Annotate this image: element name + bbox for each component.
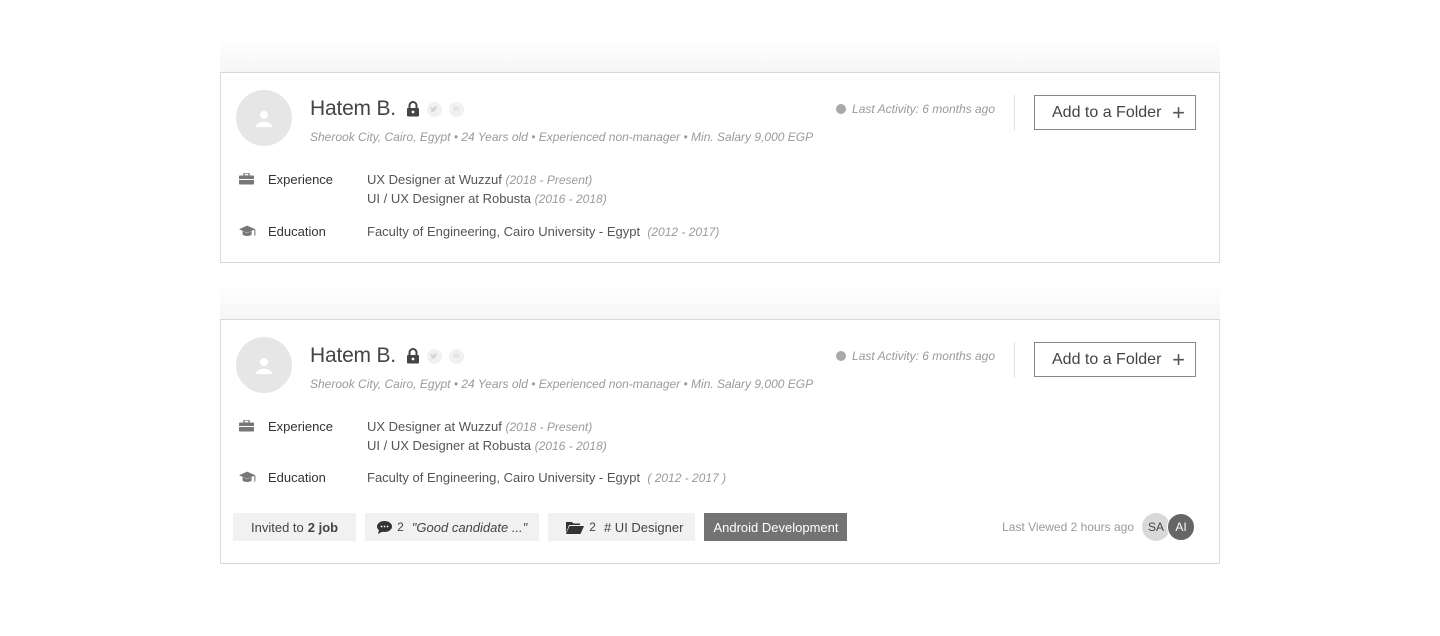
- last-viewed-text: Last Viewed 2 hours ago: [1002, 520, 1134, 534]
- candidate-card[interactable]: Hatem B. in Sherook City, Cairo, Egypt •…: [220, 319, 1220, 564]
- experience-section: Experience UX Designer at Wuzzuf (2018 -…: [239, 172, 607, 210]
- graduation-cap-icon: [239, 470, 257, 489]
- candidate-meta: Sherook City, Cairo, Egypt • 24 Years ol…: [310, 377, 814, 391]
- experience-title: UI / UX Designer at Robusta: [367, 438, 532, 453]
- experience-title: UX Designer at Wuzzuf: [367, 419, 502, 434]
- comments-count: 2: [397, 520, 404, 534]
- add-to-folder-label: Add to a Folder: [1052, 103, 1162, 121]
- education-title: Faculty of Engineering, Cairo University…: [367, 470, 641, 485]
- comment-text: "Good candidate ...": [411, 519, 528, 535]
- plus-icon: +: [1172, 99, 1185, 125]
- lock-icon: [406, 101, 420, 117]
- comment-icon: [377, 520, 393, 534]
- experience-section: Experience UX Designer at Wuzzuf (2018 -…: [239, 419, 607, 457]
- add-to-folder-label: Add to a Folder: [1052, 350, 1162, 368]
- last-activity: Last Activity: 6 months ago: [836, 349, 995, 363]
- twitter-icon[interactable]: [426, 101, 442, 117]
- experience-item: UI / UX Designer at Robusta (2016 - 2018…: [367, 191, 607, 206]
- experience-label: Experience: [268, 419, 334, 434]
- user-icon: [256, 357, 272, 374]
- lock-icon: [406, 348, 420, 364]
- experience-date: (2018 - Present): [505, 173, 593, 187]
- last-activity: Last Activity: 6 months ago: [836, 102, 995, 116]
- education-title: Faculty of Engineering, Cairo University…: [367, 224, 641, 239]
- experience-date: (2018 - Present): [505, 420, 593, 434]
- experience-title: UI / UX Designer at Robusta: [367, 191, 532, 206]
- graduation-cap-icon: [239, 224, 257, 243]
- experience-item: UI / UX Designer at Robusta (2016 - 2018…: [367, 438, 607, 453]
- education-label: Education: [268, 224, 326, 239]
- add-to-folder-button[interactable]: Add to a Folder +: [1034, 342, 1196, 377]
- experience-date: (2016 - 2018): [534, 192, 607, 206]
- viewer-avatar[interactable]: AI: [1167, 513, 1195, 541]
- candidate-name[interactable]: Hatem B.: [310, 97, 396, 121]
- education-date: ( 2012 - 2017 ): [647, 471, 727, 485]
- briefcase-icon: [239, 419, 257, 457]
- education-section: Education Faculty of Engineering, Cairo …: [239, 470, 726, 489]
- education-item: Faculty of Engineering, Cairo University…: [367, 470, 726, 485]
- candidate-meta: Sherook City, Cairo, Egypt • 24 Years ol…: [310, 130, 814, 144]
- avatar[interactable]: [236, 337, 292, 393]
- invited-jobs-tag[interactable]: Invited to 2 job: [233, 513, 357, 541]
- avatar[interactable]: [236, 90, 292, 146]
- linkedin-icon[interactable]: in: [448, 101, 464, 117]
- comments-tag[interactable]: 2 "Good candidate ...": [365, 513, 540, 541]
- skill-tag[interactable]: Android Development: [704, 513, 848, 541]
- card-shadow: [220, 36, 1220, 72]
- candidate-name[interactable]: Hatem B.: [310, 344, 396, 368]
- experience-title: UX Designer at Wuzzuf: [367, 172, 502, 187]
- folders-count: 2: [589, 520, 596, 534]
- last-viewed: Last Viewed 2 hours ago SA AI: [1002, 513, 1195, 541]
- divider: [1014, 95, 1015, 131]
- tags-row: Invited to 2 job 2 "Good candidate ..." 2…: [233, 513, 856, 541]
- plus-icon: +: [1172, 346, 1185, 372]
- status-dot: [836, 351, 847, 361]
- education-date: (2012 - 2017): [647, 225, 720, 239]
- experience-item: UX Designer at Wuzzuf (2018 - Present): [367, 419, 607, 434]
- invited-prefix: Invited to: [251, 519, 304, 535]
- folders-tag[interactable]: 2 # UI Designer: [548, 513, 696, 541]
- user-icon: [256, 110, 272, 127]
- twitter-icon[interactable]: [426, 348, 442, 364]
- add-to-folder-button[interactable]: Add to a Folder +: [1034, 95, 1196, 130]
- experience-label: Experience: [268, 172, 334, 187]
- last-activity-text: Last Activity: 6 months ago: [852, 102, 995, 116]
- folder-name: # UI Designer: [603, 519, 684, 535]
- briefcase-icon: [239, 172, 257, 210]
- last-activity-text: Last Activity: 6 months ago: [852, 349, 995, 363]
- education-item: Faculty of Engineering, Cairo University…: [367, 224, 719, 239]
- experience-item: UX Designer at Wuzzuf (2018 - Present): [367, 172, 607, 187]
- folder-open-icon: [566, 521, 585, 534]
- invited-count: 2 job: [307, 519, 339, 535]
- divider: [1014, 342, 1015, 378]
- candidate-card[interactable]: Hatem B. in Sherook City, Cairo, Egypt •…: [220, 72, 1220, 263]
- card-shadow: [220, 283, 1220, 319]
- education-label: Education: [268, 470, 326, 485]
- education-section: Education Faculty of Engineering, Cairo …: [239, 224, 719, 243]
- status-dot: [836, 104, 847, 114]
- viewer-avatar[interactable]: SA: [1142, 513, 1170, 541]
- experience-date: (2016 - 2018): [534, 439, 607, 453]
- linkedin-icon[interactable]: in: [448, 348, 464, 364]
